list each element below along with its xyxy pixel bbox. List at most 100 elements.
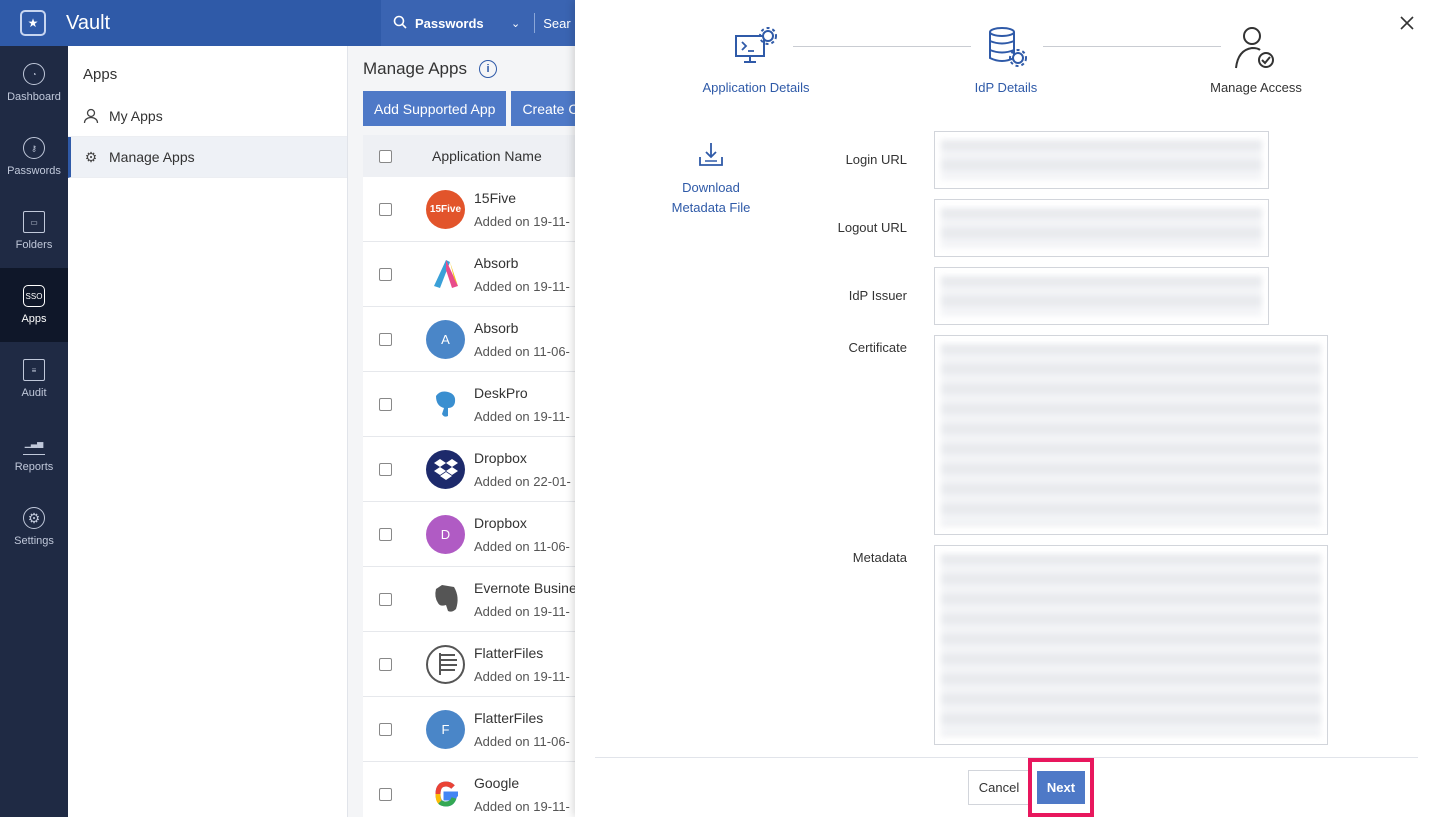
nav-item-audit[interactable]: ≡ Audit	[0, 342, 68, 416]
download-metadata-button[interactable]: Download Metadata File	[661, 140, 761, 218]
divider	[534, 13, 536, 33]
user-icon	[83, 108, 99, 124]
brand: ★ Vault	[0, 10, 380, 36]
app-added-date: Added on 19-11-	[474, 798, 570, 814]
app-avatar: D	[426, 514, 465, 554]
app-logo-google	[426, 774, 465, 814]
table-row[interactable]: Dropbox Added on 22-01-	[363, 437, 575, 502]
subnav-label: Manage Apps	[109, 149, 195, 165]
subnav-item-my-apps[interactable]: My Apps	[68, 96, 347, 137]
idp-issuer-field[interactable]	[934, 267, 1269, 325]
manage-apps-panel: Manage Apps i Add Supported App Create C…	[349, 46, 575, 817]
row-checkbox[interactable]	[379, 657, 392, 671]
gear-icon: ⚙	[23, 507, 45, 529]
cancel-button[interactable]: Cancel	[968, 770, 1030, 805]
app-name: DeskPro	[474, 384, 528, 401]
row-checkbox[interactable]	[379, 722, 392, 736]
table-row[interactable]: 15Five 15Five Added on 19-11-	[363, 177, 575, 242]
redacted-value	[941, 140, 1262, 180]
app-logo-evernote	[426, 579, 465, 619]
next-button[interactable]: Next	[1037, 771, 1085, 804]
login-url-field[interactable]	[934, 131, 1269, 189]
app-avatar: A	[426, 319, 465, 359]
app-title: Vault	[66, 11, 111, 34]
app-logo-absorb	[426, 254, 465, 294]
nav-label: Settings	[14, 535, 54, 547]
monitor-gear-icon	[731, 22, 781, 72]
add-supported-app-button[interactable]: Add Supported App	[363, 91, 507, 126]
row-checkbox[interactable]	[379, 332, 392, 346]
folder-icon: ▭	[23, 211, 45, 233]
nav-label: Reports	[14, 461, 54, 473]
nav-label: Passwords	[7, 165, 61, 177]
step-application-details[interactable]: Application Details	[676, 22, 836, 95]
nav-label: Dashboard	[7, 91, 61, 103]
row-checkbox[interactable]	[379, 462, 392, 476]
step-idp-details[interactable]: IdP Details	[926, 22, 1086, 95]
nav-label: Apps	[21, 313, 47, 325]
search-input[interactable]: Sear	[543, 16, 570, 31]
user-check-icon	[1231, 22, 1281, 72]
row-checkbox[interactable]	[379, 267, 392, 281]
left-nav: ◔ Dashboard ⚷ Passwords ▭ Folders SSO Ap…	[0, 46, 68, 817]
app-added-date: Added on 11-06-	[474, 733, 570, 749]
app-name: Evernote Busine	[474, 579, 575, 596]
certificate-field[interactable]	[934, 335, 1328, 535]
app-added-date: Added on 19-11-	[474, 668, 570, 684]
dashboard-icon: ◔	[23, 63, 45, 85]
subnav-item-manage-apps[interactable]: ⚙ Manage Apps	[68, 137, 347, 178]
table-row[interactable]: D Dropbox Added on 11-06-	[363, 502, 575, 567]
app-name: Google	[474, 774, 520, 791]
logout-url-field[interactable]	[934, 199, 1269, 257]
key-icon: ⚷	[23, 137, 45, 159]
table-row[interactable]: A Absorb Added on 11-06-	[363, 307, 575, 372]
row-checkbox[interactable]	[379, 202, 392, 216]
step-label: IdP Details	[974, 80, 1038, 95]
chevron-down-icon[interactable]: ⌄	[511, 17, 520, 30]
app-added-date: Added on 19-11-	[474, 603, 570, 619]
nav-label: Folders	[15, 239, 53, 251]
redacted-value	[941, 276, 1262, 316]
modal-footer: Cancel Next	[595, 757, 1418, 817]
table-row[interactable]: DeskPro Added on 19-11-	[363, 372, 575, 437]
table-row[interactable]: Evernote Busine Added on 19-11-	[363, 567, 575, 632]
info-icon[interactable]: i	[478, 60, 497, 78]
row-checkbox[interactable]	[379, 527, 392, 541]
nav-item-reports[interactable]: ▁▃▅ Reports	[0, 416, 68, 490]
row-checkbox[interactable]	[379, 787, 392, 801]
row-checkbox[interactable]	[379, 397, 392, 411]
table-row[interactable]: Absorb Added on 19-11-	[363, 242, 575, 307]
app-added-date: Added on 22-01-	[474, 473, 571, 489]
wizard-stepper: Application Details IdP Details Manage A…	[575, 22, 1433, 102]
reports-icon: ▁▃▅	[23, 433, 45, 455]
table-row[interactable]: FlatterFiles Added on 19-11-	[363, 632, 575, 697]
nav-item-settings[interactable]: ⚙ Settings	[0, 490, 68, 564]
create-custom-app-button[interactable]: Create Cu	[511, 91, 575, 126]
step-manage-access[interactable]: Manage Access	[1176, 22, 1336, 95]
nav-item-apps[interactable]: SSO Apps	[0, 268, 68, 342]
app-name: Dropbox	[474, 449, 527, 466]
select-all-checkbox[interactable]	[379, 149, 392, 163]
table-header: Application Name	[363, 135, 575, 177]
nav-item-folders[interactable]: ▭ Folders	[0, 194, 68, 268]
nav-item-passwords[interactable]: ⚷ Passwords	[0, 120, 68, 194]
metadata-field[interactable]	[934, 545, 1328, 745]
search-bar[interactable]: Passwords ⌄ Sear	[381, 0, 581, 46]
app-name: 15Five	[474, 189, 517, 206]
app-logo-dropbox	[426, 449, 465, 489]
row-checkbox[interactable]	[379, 592, 392, 606]
add-app-modal: Application Details IdP Details Manage A…	[575, 0, 1433, 817]
table-row[interactable]: Google Added on 19-11-	[363, 762, 575, 817]
logout-url-label: Logout URL	[837, 220, 907, 235]
subnav-label: My Apps	[109, 108, 163, 124]
search-type-select[interactable]: Passwords	[415, 16, 511, 31]
certificate-label: Certificate	[848, 340, 907, 355]
app-added-date: Added on 11-06-	[474, 343, 570, 359]
redacted-value	[941, 208, 1262, 248]
nav-label: Audit	[21, 387, 47, 399]
download-label: Metadata File	[671, 200, 751, 215]
table-row[interactable]: F FlatterFiles Added on 11-06-	[363, 697, 575, 762]
app-added-date: Added on 19-11-	[474, 408, 570, 424]
nav-item-dashboard[interactable]: ◔ Dashboard	[0, 46, 68, 120]
column-header-application-name: Application Name	[432, 148, 542, 164]
